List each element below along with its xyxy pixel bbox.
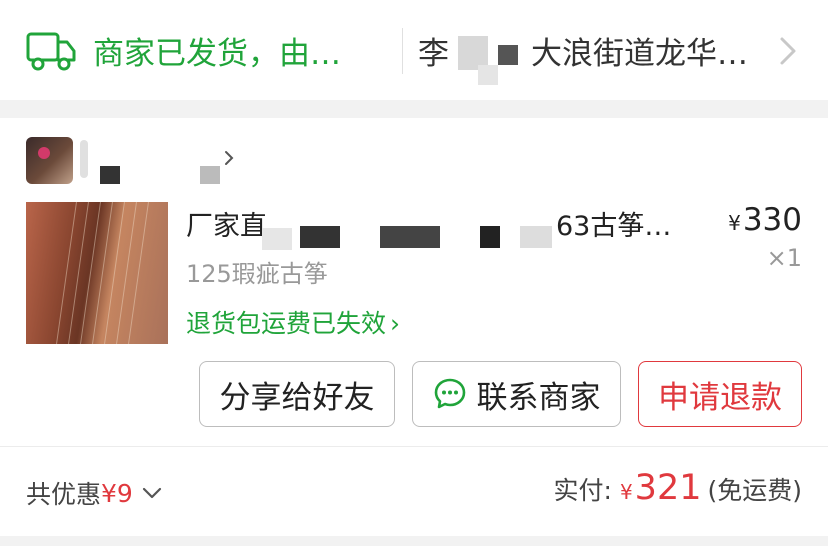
product-thumbnail[interactable] — [26, 202, 168, 344]
redaction-block — [480, 226, 500, 248]
paid-label: 实付: — [553, 476, 612, 505]
discount-amount: ¥9 — [101, 478, 133, 508]
contact-seller-button[interactable]: 联系商家 — [412, 361, 621, 427]
chevron-down-icon — [142, 487, 161, 499]
chat-icon — [434, 378, 465, 409]
store-avatar[interactable] — [26, 137, 73, 184]
redaction-block — [478, 65, 498, 85]
product-spec: 125瑕疵古筝 — [186, 260, 328, 288]
redaction-block — [200, 166, 220, 184]
discount-summary[interactable]: 共优惠 ¥9 — [26, 475, 163, 511]
refund-button[interactable]: 申请退款 — [638, 361, 802, 427]
paid-total: 实付: ¥ 321 (免运费) — [554, 468, 803, 508]
divider — [0, 446, 828, 447]
shipping-fee-note: (免运费) — [707, 476, 802, 505]
price-value: 330 — [742, 202, 802, 238]
shipping-status-bar[interactable]: 商家已发货，由… 李 大浪街道龙华… — [0, 0, 828, 100]
currency-symbol: ¥ — [728, 211, 741, 235]
product-title-tail[interactable]: 63古筝… — [556, 204, 671, 243]
redaction-block — [80, 140, 88, 178]
chevron-right-icon: › — [390, 309, 401, 338]
redaction-block — [100, 166, 120, 184]
product-title[interactable]: 厂家直 — [186, 204, 267, 243]
return-shipping-label: 退货包运费已失效 — [186, 309, 387, 338]
truck-icon — [26, 32, 76, 71]
share-button[interactable]: 分享给好友 — [199, 361, 395, 427]
redaction-block — [520, 226, 552, 248]
redaction-block — [498, 45, 518, 65]
section-gap — [0, 100, 828, 118]
section-gap — [0, 536, 828, 546]
shipping-status-text: 商家已发货，由… — [93, 36, 341, 72]
chevron-right-icon — [780, 37, 796, 65]
redaction-block — [380, 226, 440, 248]
chevron-right-icon[interactable] — [222, 150, 236, 166]
product-price: ¥330 — [728, 202, 802, 238]
redaction-block — [300, 226, 340, 248]
address-text: 大浪街道龙华… — [531, 36, 748, 72]
return-shipping-note[interactable]: 退货包运费已失效 › — [186, 304, 400, 340]
address-name: 李 — [418, 36, 449, 72]
currency-symbol: ¥ — [619, 480, 633, 504]
product-quantity: ×1 — [766, 244, 802, 272]
discount-label: 共优惠 — [26, 480, 102, 509]
divider — [402, 28, 403, 74]
paid-amount: 321 — [634, 468, 702, 508]
redaction-block — [262, 228, 292, 250]
contact-seller-label: 联系商家 — [476, 379, 601, 416]
